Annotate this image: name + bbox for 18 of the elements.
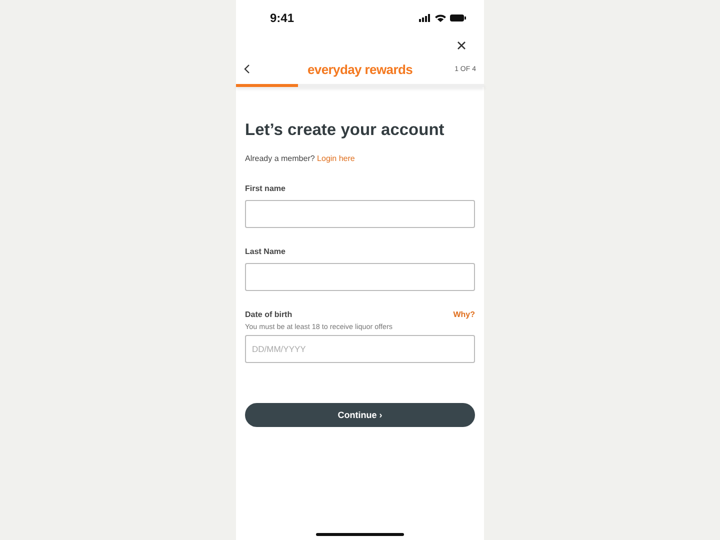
close-icon[interactable] — [457, 40, 466, 50]
back-icon[interactable] — [244, 64, 250, 74]
continue-button[interactable]: Continue › — [245, 403, 475, 427]
field-label: Last Name — [245, 247, 286, 256]
login-prompt: Already a member? Login here — [245, 154, 356, 163]
date-field[interactable]: DD/MM/YYYY — [245, 335, 475, 363]
input-field[interactable] — [245, 263, 475, 291]
status-time: 9:41 — [270, 11, 294, 25]
brand-logo: everyday rewards — [307, 62, 413, 76]
login-link[interactable]: Login here — [317, 154, 355, 163]
why-link[interactable]: Why? — [453, 310, 475, 319]
field-label: Date of birth — [245, 310, 292, 319]
field-label: First name — [245, 184, 286, 193]
input-field[interactable] — [245, 200, 475, 228]
wifi-icon — [435, 14, 446, 22]
battery-icon — [450, 14, 466, 22]
page-title: Let’s create your account — [245, 121, 446, 140]
signal-icon — [419, 14, 431, 22]
